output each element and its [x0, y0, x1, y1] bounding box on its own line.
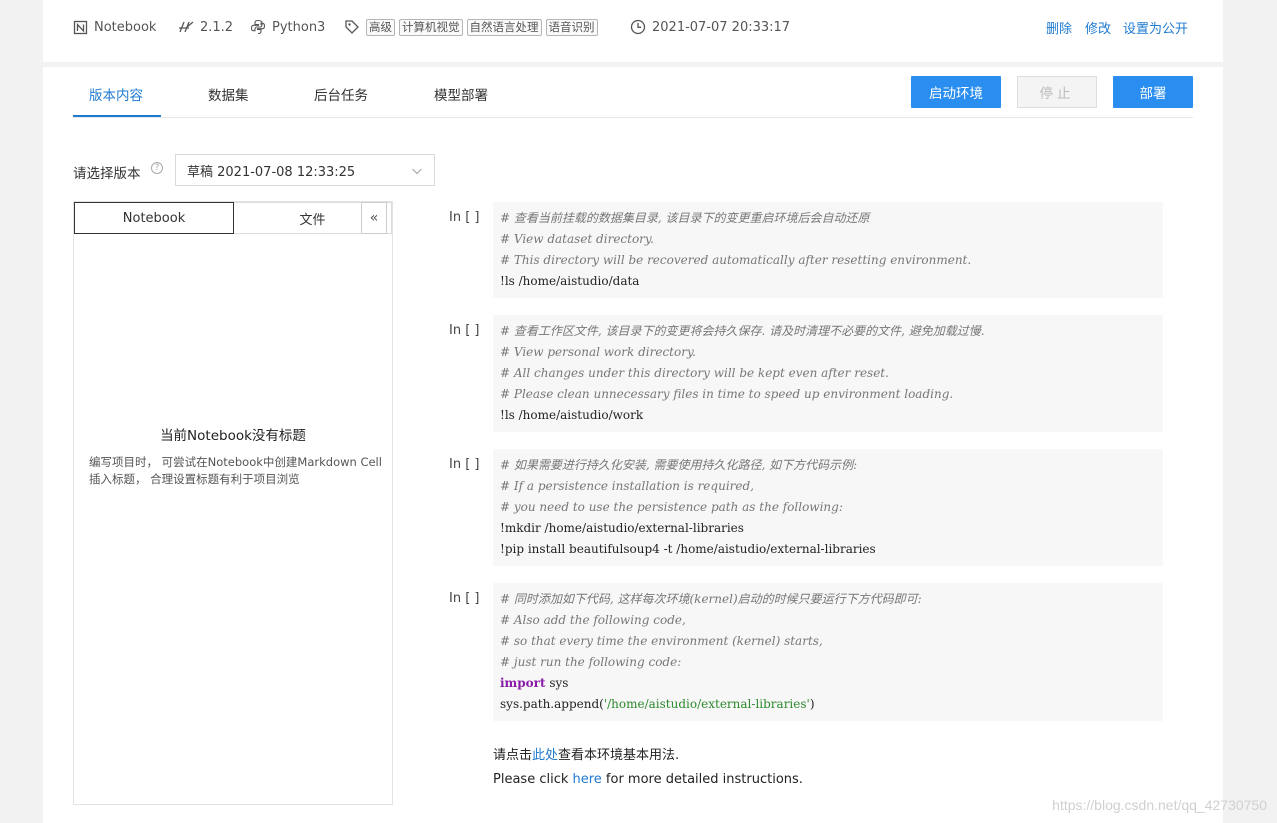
- code-line: # just run the following code:: [500, 655, 682, 669]
- created-datetime-label: 2021-07-07 20:33:17: [652, 19, 791, 35]
- code-line: sys.path.append('/home/aistudio/external…: [500, 694, 1156, 715]
- created-datetime: 2021-07-07 20:33:17: [630, 18, 790, 36]
- python-icon: [250, 19, 266, 35]
- notebook-sidebar: Notebook 文件 当前Notebook没有标题 编写项目时， 可尝试在No…: [73, 201, 393, 805]
- collapse-sidebar-button[interactable]: «: [361, 202, 387, 234]
- tag-speech-recognition: 语音识别: [545, 18, 598, 36]
- tab-background-tasks[interactable]: 后台任务: [314, 84, 368, 104]
- sidebar-tab-notebook[interactable]: Notebook: [74, 202, 234, 234]
- code-line: # Please clean unnecessary files in time…: [500, 387, 954, 401]
- code-cell[interactable]: # 同时添加如下代码, 这样每次环境(kernel)启动的时候只要运行下方代码即…: [493, 583, 1163, 721]
- code-cell[interactable]: # 查看当前挂载的数据集目录, 该目录下的变更重启环境后会自动还原 # View…: [493, 202, 1163, 298]
- code-token: sys.path.append(: [500, 697, 604, 711]
- instructions-cn: 请点击此处查看本环境基本用法.: [493, 744, 679, 763]
- cell-prompt: In [ ]: [449, 210, 480, 225]
- version-select-label: 请选择版本: [73, 166, 141, 182]
- code-line: # so that every time the environment (ke…: [500, 634, 823, 648]
- instructions-en-before: Please click: [493, 772, 573, 787]
- code-line: # 如果需要进行持久化安装, 需要使用持久化路径, 如下方代码示例:: [500, 458, 858, 472]
- project-tags: 高级 计算机视觉 自然语言处理 语音识别: [344, 18, 602, 36]
- python-env: Python3: [250, 18, 325, 36]
- code-line: !pip install beautifulsoup4 -t /home/ais…: [500, 542, 876, 556]
- code-token: ): [809, 697, 815, 711]
- version-select[interactable]: 草稿 2021-07-08 12:33:25: [175, 154, 435, 186]
- keyword-token: import: [500, 676, 546, 690]
- python-env-label: Python3: [272, 19, 326, 35]
- tag-advanced: 高级: [366, 18, 395, 36]
- notebook-type: Notebook: [73, 18, 156, 36]
- notebook-icon: [73, 20, 88, 34]
- chevron-down-icon: [412, 168, 422, 175]
- tabs-divider: [73, 117, 1193, 118]
- help-icon[interactable]: ?: [151, 162, 163, 174]
- code-line: # If a persistence installation is requi…: [500, 479, 754, 493]
- watermark: https://blog.csdn.net/qq_42730750: [1052, 797, 1267, 813]
- tab-version-content[interactable]: 版本内容: [89, 84, 143, 104]
- cell-prompt: In [ ]: [449, 323, 480, 338]
- start-environment-button[interactable]: 启动环境: [911, 76, 1001, 108]
- edit-link[interactable]: 修改: [1085, 18, 1111, 37]
- code-line: # View dataset directory.: [500, 232, 654, 246]
- tag-computer-vision: 计算机视觉: [399, 18, 463, 36]
- tab-model-deploy[interactable]: 模型部署: [434, 84, 488, 104]
- make-public-link[interactable]: 设置为公开: [1123, 18, 1188, 37]
- delete-link[interactable]: 删除: [1046, 18, 1072, 37]
- empty-toc-title: 当前Notebook没有标题: [160, 428, 306, 444]
- main-content: 版本内容 数据集 后台任务 模型部署 启动环境 停止 部署 请选择版本 ? 草稿…: [43, 67, 1223, 823]
- code-line: # 查看当前挂载的数据集目录, 该目录下的变更重启环境后会自动还原: [500, 211, 870, 225]
- instructions-cn-link[interactable]: 此处: [532, 748, 558, 763]
- cell-prompt: In [ ]: [449, 591, 480, 606]
- code-line: # 同时添加如下代码, 这样每次环境(kernel)启动的时候只要运行下方代码即…: [500, 592, 922, 606]
- code-line: # This directory will be recovered autom…: [500, 253, 972, 267]
- instructions-cn-before: 请点击: [493, 748, 533, 763]
- instructions-en-link[interactable]: here: [573, 772, 602, 787]
- tag-icon: [345, 20, 359, 34]
- notebook-type-label: Notebook: [94, 19, 157, 35]
- instructions-en: Please click here for more detailed inst…: [493, 772, 803, 787]
- code-line: !ls /home/aistudio/work: [500, 408, 644, 422]
- string-token: '/home/aistudio/external-libraries': [603, 697, 810, 711]
- paddle-icon: [179, 21, 194, 33]
- code-cell[interactable]: # 如果需要进行持久化安装, 需要使用持久化路径, 如下方代码示例: # If …: [493, 449, 1163, 566]
- framework-version: 2.1.2: [178, 18, 233, 36]
- cell-prompt: In [ ]: [449, 457, 480, 472]
- tag-nlp: 自然语言处理: [466, 18, 542, 36]
- code-line: # All changes under this directory will …: [500, 366, 889, 380]
- code-line: !ls /home/aistudio/data: [500, 274, 640, 288]
- clock-icon: [630, 19, 646, 35]
- code-line: # View personal work directory.: [500, 345, 696, 359]
- instructions-cn-after: 查看本环境基本用法.: [558, 748, 680, 763]
- tab-datasets[interactable]: 数据集: [208, 84, 249, 104]
- framework-version-label: 2.1.2: [200, 19, 234, 35]
- version-select-value: 草稿 2021-07-08 12:33:25: [187, 164, 356, 180]
- project-meta-bar: Notebook 2.1.2 Python3 高级 计算机视觉 自然语言处理 语…: [43, 0, 1223, 62]
- code-token: sys: [545, 676, 569, 690]
- code-line: # you need to use the persistence path a…: [500, 500, 843, 514]
- stop-button[interactable]: 停止: [1017, 76, 1097, 108]
- deploy-button[interactable]: 部署: [1113, 76, 1193, 108]
- instructions-en-after: for more detailed instructions.: [601, 772, 803, 787]
- empty-toc-description: 编写项目时， 可尝试在Notebook中创建Markdown Cell插入标题，…: [89, 455, 382, 486]
- double-chevron-left-icon: «: [369, 210, 379, 226]
- code-line: # Also add the following code,: [500, 613, 686, 627]
- code-line: import sys: [500, 673, 1156, 694]
- code-line: # 查看工作区文件, 该目录下的变更将会持久保存. 请及时清理不必要的文件, 避…: [500, 324, 985, 338]
- code-line: !mkdir /home/aistudio/external-libraries: [500, 521, 744, 535]
- code-cell[interactable]: # 查看工作区文件, 该目录下的变更将会持久保存. 请及时清理不必要的文件, 避…: [493, 315, 1163, 432]
